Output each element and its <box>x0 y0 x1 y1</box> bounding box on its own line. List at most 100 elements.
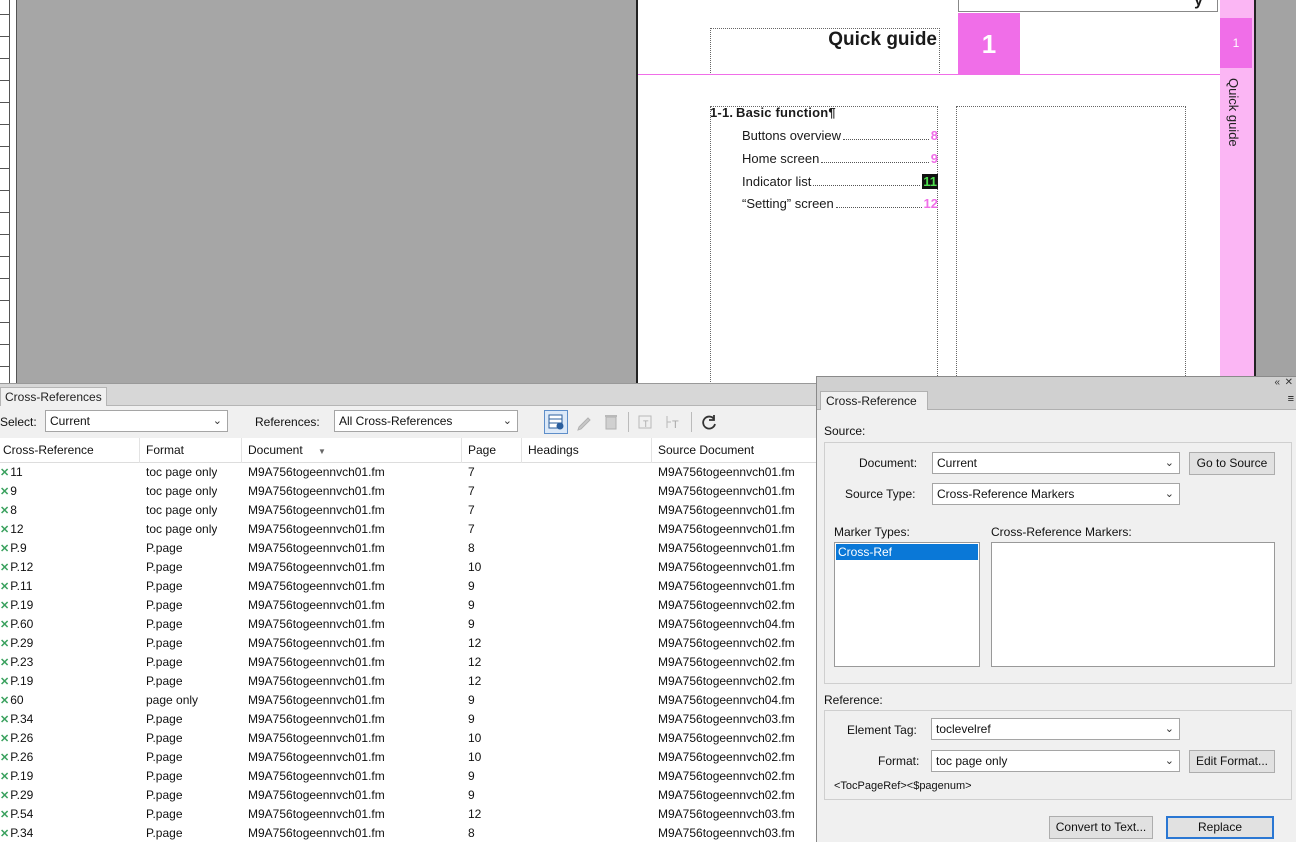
table-row[interactable]: ✕P.60 P.page M9A756togeennvch01.fm 9 M9A756t… <box>0 615 818 634</box>
cell-xref: ✕P.19 <box>0 767 33 786</box>
column-header-document-label: Document <box>248 443 303 457</box>
table-row[interactable]: ✕P.9 P.page M9A756togeennvch01.fm 8 M9A756to… <box>0 539 818 558</box>
table-row[interactable]: ✕60 page only M9A756togeennvch01.fm 9 M9A756… <box>0 691 818 710</box>
table-row[interactable]: ✕9 toc page only M9A756togeennvch01.fm 7 M9A… <box>0 482 818 501</box>
table-row[interactable]: ✕12 toc page only M9A756togeennvch01.fm 7 M9… <box>0 520 818 539</box>
unresolved-xref-icon: ✕ <box>0 828 10 840</box>
toc-entry-page-selected[interactable]: 11 <box>922 174 938 189</box>
cell-xref-text: P.12 <box>10 560 34 574</box>
chevron-down-icon: ⌄ <box>1164 488 1174 500</box>
convert-to-text-button[interactable]: T <box>634 410 658 434</box>
toc-entry-page[interactable]: 8 <box>931 128 938 143</box>
replace-button[interactable]: Replace <box>1166 816 1274 839</box>
table-row[interactable]: ✕P.11 P.page M9A756togeennvch01.fm 9 M9A756t… <box>0 577 818 596</box>
cell-document: M9A756togeennvch01.fm <box>248 636 385 650</box>
edit-xref-button[interactable] <box>572 410 596 434</box>
dialog-title-strip: « ✕ <box>817 377 1296 391</box>
toc-entry-page[interactable]: 9 <box>931 151 938 166</box>
cell-source: M9A756togeennvch01.fm <box>658 541 795 555</box>
column-header-headings[interactable]: Headings <box>525 438 652 463</box>
convert-text-icon: T <box>638 415 652 429</box>
element-tag-dropdown-value: toclevelref <box>936 722 991 736</box>
refresh-button[interactable] <box>697 410 721 434</box>
cell-document: M9A756togeennvch01.fm <box>248 465 385 479</box>
document-page[interactable]: y Quick guide 1 1 Quick guide 1-1. Basic… <box>636 0 1256 383</box>
xref-markers-list[interactable] <box>991 542 1275 667</box>
toc-heading[interactable]: 1-1. Basic function¶ <box>710 105 836 120</box>
filter-view-button[interactable] <box>544 410 568 434</box>
table-row[interactable]: ✕P.34 P.page M9A756togeennvch01.fm 8 M9A756t… <box>0 824 818 842</box>
tab-cross-references[interactable]: Cross-References <box>0 387 107 406</box>
second-column-frame[interactable] <box>956 106 1186 383</box>
table-row[interactable]: ✕11 toc page only M9A756togeennvch01.fm 7 M9… <box>0 463 818 482</box>
pencil-icon <box>577 417 591 431</box>
format-dropdown[interactable]: toc page only ⌄ <box>931 750 1180 772</box>
source-type-dropdown[interactable]: Cross-Reference Markers ⌄ <box>932 483 1180 505</box>
cell-xref-text: P.23 <box>10 655 34 669</box>
table-row[interactable]: ✕P.26 P.page M9A756togeennvch01.fm 10 M9A756… <box>0 748 818 767</box>
toc-entry[interactable]: “Setting” screen 12 <box>742 196 938 211</box>
chevron-down-icon: ⌄ <box>212 415 222 427</box>
text-convert-button[interactable]: T <box>662 410 686 434</box>
toc-entry[interactable]: Buttons overview 8 <box>742 128 938 143</box>
reference-section-label: Reference: <box>824 693 883 707</box>
cell-format: P.page <box>146 788 183 802</box>
table-row[interactable]: ✕P.29 P.page M9A756togeennvch01.fm 9 M9A756t… <box>0 786 818 805</box>
cell-format: P.page <box>146 636 183 650</box>
references-dropdown[interactable]: All Cross-References ⌄ <box>334 410 518 432</box>
cell-document: M9A756togeennvch01.fm <box>248 769 385 783</box>
convert-to-text-dialog-button[interactable]: Convert to Text... <box>1049 816 1153 839</box>
title-frame[interactable]: Quick guide <box>710 28 940 75</box>
column-header-cross-reference[interactable]: Cross-Reference <box>0 438 140 463</box>
table-row[interactable]: ✕P.23 P.page M9A756togeennvch01.fm 12 M9A756… <box>0 653 818 672</box>
toc-entry[interactable]: Home screen 9 <box>742 151 938 166</box>
table-row[interactable]: ✕P.29 P.page M9A756togeennvch01.fm 12 M9A756… <box>0 634 818 653</box>
toc-entry[interactable]: Indicator list 11 <box>742 174 938 189</box>
body-text-frame[interactable] <box>710 106 938 383</box>
select-dropdown[interactable]: Current ⌄ <box>45 410 228 432</box>
cell-source: M9A756togeennvch01.fm <box>658 560 795 574</box>
table-row[interactable]: ✕P.26 P.page M9A756togeennvch01.fm 10 M9A756… <box>0 729 818 748</box>
cell-xref-text: P.11 <box>10 579 33 593</box>
element-tag-dropdown[interactable]: toclevelref ⌄ <box>931 718 1180 740</box>
cell-xref-text: 8 <box>10 503 17 517</box>
cell-xref: ✕9 <box>0 482 17 501</box>
table-row[interactable]: ✕P.34 P.page M9A756togeennvch01.fm 9 M9A756t… <box>0 710 818 729</box>
column-header-format[interactable]: Format <box>143 438 242 463</box>
marker-types-list[interactable]: Cross-Ref <box>834 542 980 667</box>
table-row[interactable]: ✕P.19 P.page M9A756togeennvch01.fm 9 M9A756t… <box>0 596 818 615</box>
collapse-icon[interactable]: « <box>1274 377 1280 388</box>
table-row[interactable]: ✕P.12 P.page M9A756togeennvch01.fm 10 M9A756… <box>0 558 818 577</box>
go-to-source-button[interactable]: Go to Source <box>1189 452 1275 475</box>
marker-type-item-selected[interactable]: Cross-Ref <box>836 544 978 560</box>
column-header-page[interactable]: Page <box>465 438 522 463</box>
document-dropdown-value: Current <box>937 456 978 470</box>
delete-xref-button[interactable] <box>599 410 623 434</box>
column-header-source-document[interactable]: Source Document <box>655 438 818 463</box>
cell-source: M9A756togeennvch03.fm <box>658 807 795 821</box>
references-dropdown-value: All Cross-References <box>339 414 453 428</box>
tab-cross-reference[interactable]: Cross-Reference <box>820 391 928 410</box>
cell-xref-text: 9 <box>10 484 17 498</box>
document-dropdown[interactable]: Current ⌄ <box>932 452 1180 474</box>
cell-page: 10 <box>468 731 482 745</box>
unresolved-xref-icon: ✕ <box>0 562 10 574</box>
close-icon[interactable]: ✕ <box>1285 377 1293 388</box>
chevron-down-icon: ⌄ <box>1164 723 1174 735</box>
cell-page: 8 <box>468 541 475 555</box>
header-glyph: y <box>1194 0 1203 9</box>
column-header-document[interactable]: Document ▼ <box>245 438 462 463</box>
panel-menu-icon[interactable]: ≡ <box>1288 393 1294 405</box>
edit-format-button[interactable]: Edit Format... <box>1189 750 1275 773</box>
dot-leader <box>843 139 929 140</box>
source-section-label: Source: <box>824 424 866 438</box>
cell-xref: ✕P.29 <box>0 786 33 805</box>
table-row[interactable]: ✕8 toc page only M9A756togeennvch01.fm 7 M9A… <box>0 501 818 520</box>
cell-document: M9A756togeennvch01.fm <box>248 522 385 536</box>
cell-format: page only <box>146 693 199 707</box>
table-row[interactable]: ✕P.19 P.page M9A756togeennvch01.fm 9 M9A756t… <box>0 767 818 786</box>
toc-entry-page[interactable]: 12 <box>924 196 938 211</box>
table-row[interactable]: ✕P.19 P.page M9A756togeennvch01.fm 12 M9A756… <box>0 672 818 691</box>
table-row[interactable]: ✕P.54 P.page M9A756togeennvch01.fm 12 M9A756… <box>0 805 818 824</box>
cell-format: P.page <box>146 769 183 783</box>
